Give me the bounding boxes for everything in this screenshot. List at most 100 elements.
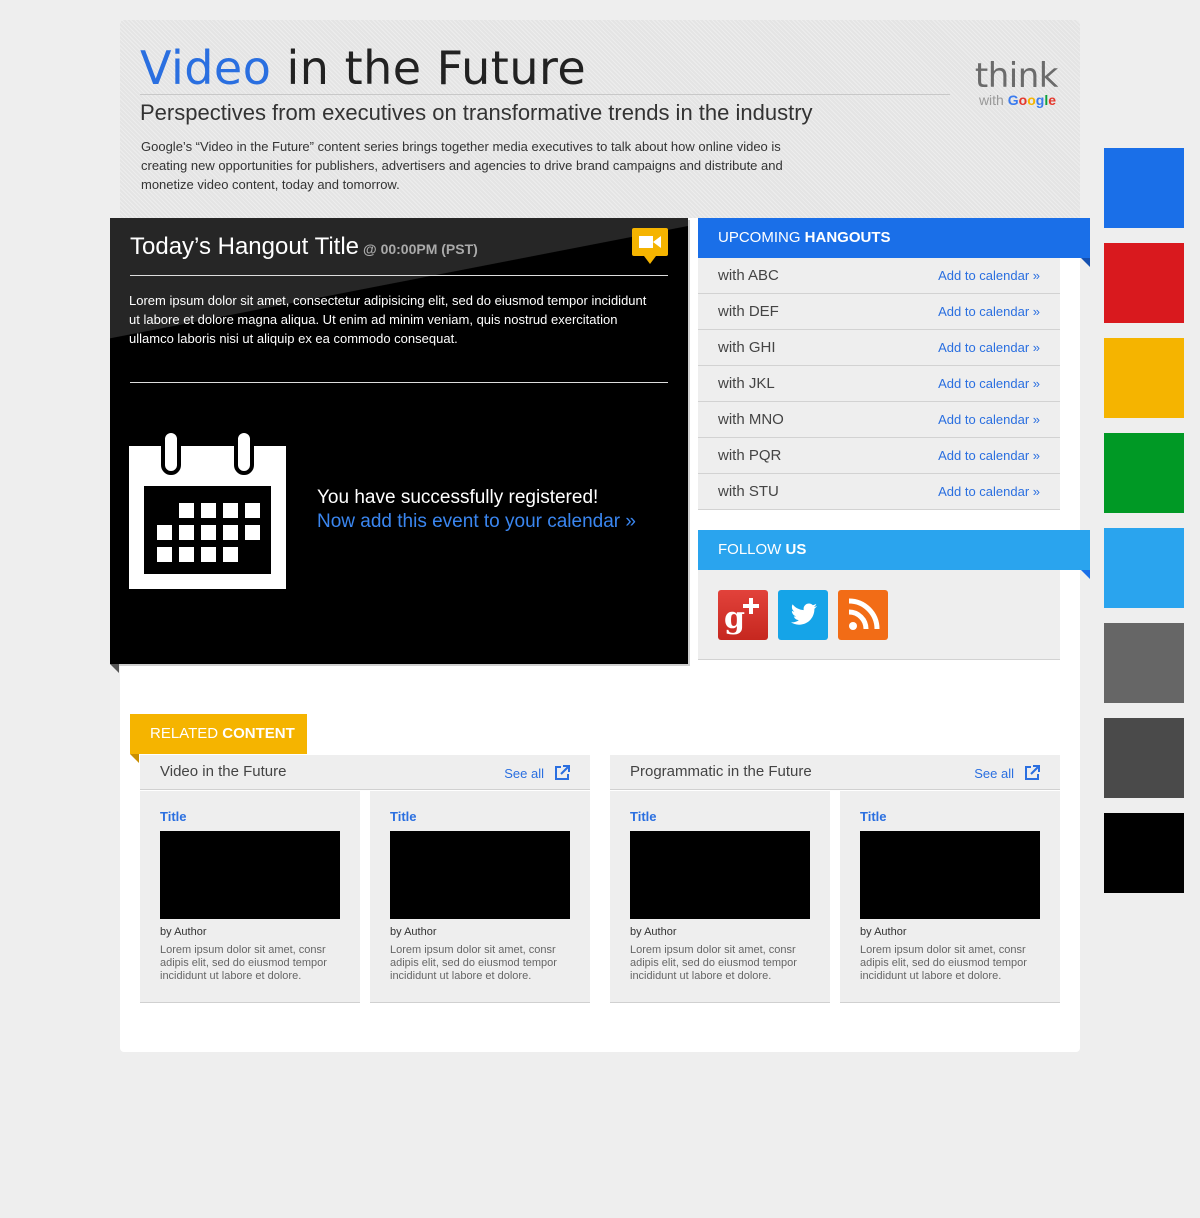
follow-label-light: FOLLOW: [718, 541, 786, 558]
registration-success-message: You have successfully registered!: [317, 487, 599, 508]
calendar-icon: [129, 429, 286, 589]
intro-text: Google’s “Video in the Future” content s…: [141, 139, 783, 192]
card-author: by Author: [630, 926, 677, 938]
video-thumbnail[interactable]: [390, 831, 570, 919]
hangout-row-name: with JKL: [718, 375, 775, 392]
hangout-description: Lorem ipsum dolor sit amet, consectetur …: [129, 293, 647, 346]
page-header: Video in the Future Perspectives from ex…: [120, 20, 1080, 218]
hangout-row-name: with ABC: [718, 267, 779, 284]
rss-icon-svg: [848, 598, 880, 630]
hangout-row: with ABC Add to calendar »: [698, 258, 1060, 294]
twitter-icon-svg: [790, 603, 817, 625]
related-card: Title by Author Lorem ipsum dolor sit am…: [610, 791, 830, 1003]
title-divider: [140, 94, 950, 95]
hangout-row-name: with GHI: [718, 339, 776, 356]
related-group-title: Video in the Future: [160, 763, 287, 780]
logo-google-letter: e: [1048, 92, 1056, 108]
hangout-time: @ 00:00PM (PST): [363, 241, 478, 257]
related-banner-fold: [130, 754, 139, 763]
card-author: by Author: [160, 926, 207, 938]
add-to-calendar-link[interactable]: Add to calendar »: [938, 304, 1040, 319]
card-author: by Author: [860, 926, 907, 938]
related-card: Title by Author Lorem ipsum dolor sit am…: [840, 791, 1060, 1003]
card-title-link[interactable]: Title: [160, 809, 187, 824]
logo-google-letter: o: [1018, 92, 1028, 108]
hangout-row: with PQR Add to calendar »: [698, 438, 1060, 474]
hangout-row: with DEF Add to calendar »: [698, 294, 1060, 330]
add-to-calendar-link[interactable]: Add to calendar »: [938, 268, 1040, 283]
hangout-title: Today’s Hangout Title @ 00:00PM (PST): [130, 230, 478, 266]
related-content-header: RELATED CONTENT: [130, 714, 307, 754]
logo-with-word: with: [978, 92, 1004, 108]
card-title-link[interactable]: Title: [630, 809, 657, 824]
add-event-to-calendar-link[interactable]: Now add this event to your calendar »: [317, 510, 636, 534]
twitter-icon[interactable]: [778, 590, 828, 640]
color-swatch-yellow: [1104, 338, 1184, 418]
video-camera-icon[interactable]: [632, 228, 668, 264]
logo-google-letter: o: [1027, 92, 1036, 108]
hangout-row-name: with STU: [718, 483, 779, 500]
card-excerpt: Lorem ipsum dolor sit amet, consr adipis…: [630, 944, 797, 982]
think-with-google-logo[interactable]: think with Google: [938, 56, 1059, 108]
external-link-icon[interactable]: [1024, 765, 1040, 781]
video-thumbnail[interactable]: [160, 831, 340, 919]
related-group-title: Programmatic in the Future: [630, 763, 812, 780]
add-to-calendar-link[interactable]: Add to calendar »: [938, 484, 1040, 499]
add-to-calendar-link[interactable]: Add to calendar »: [938, 376, 1040, 391]
add-to-calendar-link[interactable]: Add to calendar »: [938, 340, 1040, 355]
logo-google-letter: G: [1007, 92, 1019, 108]
related-group-header: Video in the Future See all: [140, 755, 590, 790]
page-title-rest: in the Future: [271, 41, 587, 95]
todays-hangout-panel: Today’s Hangout Title @ 00:00PM (PST) Lor…: [110, 218, 688, 664]
related-card: Title by Author Lorem ipsum dolor sit am…: [140, 791, 360, 1003]
color-swatch-gray: [1104, 623, 1184, 703]
hangout-divider-top: [130, 275, 668, 276]
google-plus-icon[interactable]: g: [718, 590, 768, 640]
svg-text:g: g: [724, 601, 745, 636]
follow-us-header: FOLLOW US: [698, 530, 1090, 570]
hangout-row: with GHI Add to calendar »: [698, 330, 1060, 366]
color-swatch-red: [1104, 243, 1184, 323]
color-swatch-dark-gray: [1104, 718, 1184, 798]
logo-think-word: think: [974, 56, 1059, 96]
page-title-accent: Video: [140, 41, 272, 95]
card-title-link[interactable]: Title: [860, 809, 887, 824]
hangout-row-name: with MNO: [718, 411, 784, 428]
related-group-header: Programmatic in the Future See all: [610, 755, 1060, 790]
video-thumbnail[interactable]: [860, 831, 1040, 919]
upcoming-hangouts-header: UPCOMING HANGOUTS: [698, 218, 1090, 258]
color-swatch-blue: [1104, 148, 1184, 228]
video-camera-icon-svg: [639, 236, 661, 248]
card-excerpt: Lorem ipsum dolor sit amet, consr adipis…: [860, 944, 1027, 982]
logo-google-word: Google: [1008, 92, 1056, 108]
see-all-link[interactable]: See all: [974, 766, 1014, 781]
hangout-row: with JKL Add to calendar »: [698, 366, 1060, 402]
card-author: by Author: [390, 926, 437, 938]
related-label-bold: CONTENT: [222, 725, 295, 742]
google-plus-icon-svg: g: [724, 598, 759, 636]
follow-us-panel: g: [698, 570, 1060, 660]
upcoming-label-bold: HANGOUTS: [804, 229, 891, 246]
rss-icon[interactable]: [838, 590, 888, 640]
calendar-icon-svg: [129, 429, 286, 589]
video-thumbnail[interactable]: [630, 831, 810, 919]
upcoming-banner-fold: [1081, 258, 1090, 267]
add-to-calendar-link[interactable]: Add to calendar »: [938, 448, 1040, 463]
color-swatch-light-blue: [1104, 528, 1184, 608]
color-swatch-black: [1104, 813, 1184, 893]
see-all-link[interactable]: See all: [504, 766, 544, 781]
hangout-title-text: Today’s Hangout Title: [130, 233, 360, 260]
color-swatch-green: [1104, 433, 1184, 513]
hangout-panel-fold: [110, 664, 119, 673]
card-excerpt: Lorem ipsum dolor sit amet, consr adipis…: [160, 944, 327, 982]
hangout-row-name: with DEF: [718, 303, 779, 320]
related-card: Title by Author Lorem ipsum dolor sit am…: [370, 791, 590, 1003]
card-title-link[interactable]: Title: [390, 809, 417, 824]
external-link-icon[interactable]: [554, 765, 570, 781]
upcoming-hangouts-list: with ABC Add to calendar » with DEF Add to …: [698, 258, 1060, 510]
related-label-light: RELATED: [150, 725, 223, 742]
card-excerpt: Lorem ipsum dolor sit amet, consr adipis…: [390, 944, 557, 982]
page-subtitle: Perspectives from executives on transfor…: [140, 100, 813, 125]
add-to-calendar-link[interactable]: Add to calendar »: [938, 412, 1040, 427]
follow-label-bold: US: [785, 541, 807, 558]
